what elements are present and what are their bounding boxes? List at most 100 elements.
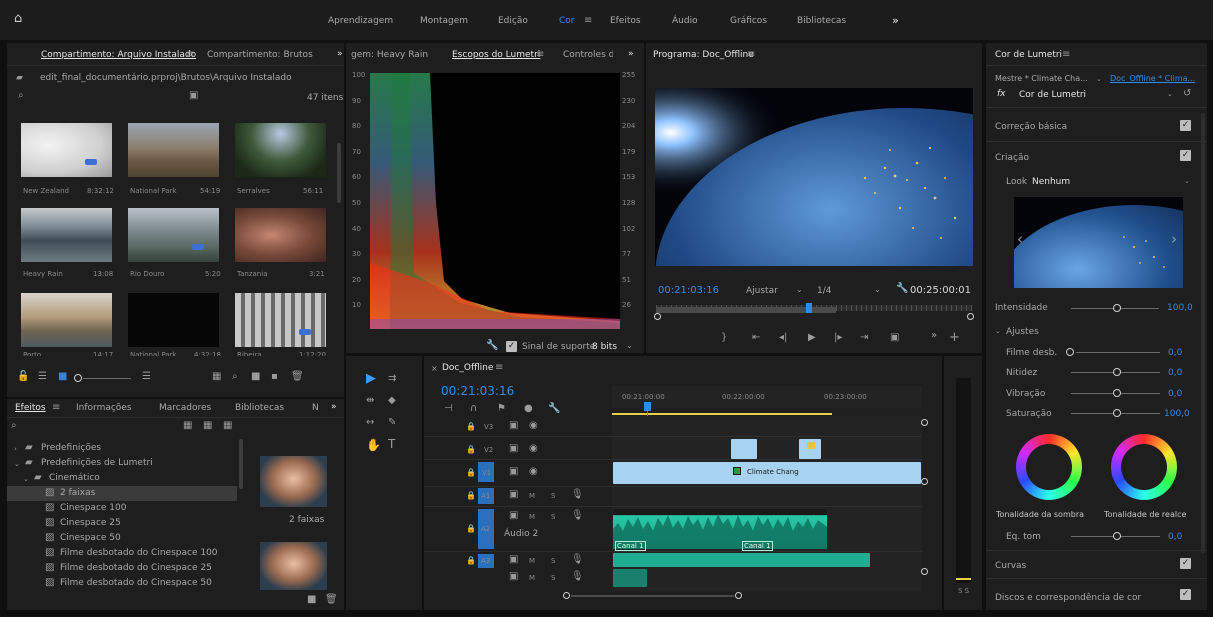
tree-cinespace-50[interactable]: Cinespace 50 [60,533,121,543]
track-scroll-handle[interactable] [921,568,928,575]
track-label-v3[interactable]: V3 [484,423,493,431]
tree-faded-50[interactable]: Filme desbotado do Cinespace 50 [60,578,212,588]
a4-audio-clip[interactable] [613,569,647,587]
track-label-a1[interactable]: A1 [481,492,490,500]
intensity-value[interactable]: 100,0 [1167,303,1193,313]
a3-audio-clip[interactable] [613,553,870,567]
slider-value[interactable]: 100,0 [1164,409,1190,419]
timeline-timecode[interactable]: 00:21:03:16 [441,384,514,398]
razor-icon[interactable]: ◆ [388,396,396,406]
playhead[interactable] [806,303,812,313]
lock-icon[interactable]: 🔒 [466,524,476,534]
lock-icon[interactable]: 🔓 [17,372,29,382]
search-input[interactable] [23,420,173,432]
workspace-cor[interactable]: Cor [559,16,575,26]
mic-icon[interactable]: 🎙 [571,490,584,500]
workspace-montagem[interactable]: Montagem [420,16,468,26]
lock-icon[interactable]: 🔒 [466,445,476,455]
panel-overflow-icon[interactable]: » [337,49,343,59]
marker-icon[interactable]: ● [524,404,533,414]
track-scroll-handle[interactable] [921,478,928,485]
solo-button[interactable]: S [551,557,555,565]
hand-tool-icon[interactable]: ✋ [366,439,381,451]
creative-checkbox[interactable]: ✓ [1180,150,1191,161]
tab-bibliotecas[interactable]: Bibliotecas [235,403,284,413]
sync-lock-icon[interactable]: ▣ [509,555,518,565]
sync-lock-icon[interactable]: ▣ [509,572,518,582]
snap-icon[interactable]: ∩ [470,404,477,414]
solo-button[interactable]: S [551,574,555,582]
tab-menu-icon[interactable]: ≡ [52,403,60,413]
mic-icon[interactable]: 🎙 [571,511,584,521]
tone-balance-value[interactable]: 0,0 [1168,532,1182,542]
lock-icon[interactable]: 🔒 [466,556,476,566]
sharpen-knob[interactable] [1113,368,1121,376]
tab-arquivo-instalado[interactable]: Compartimento: Arquivo Instalado [41,50,196,60]
tab-menu-icon[interactable]: ≡ [1062,50,1070,60]
thumbnail-new-zealand[interactable] [21,123,112,177]
thumbnail-national-park[interactable] [128,123,219,177]
tree-cinespace-25[interactable]: Cinespace 25 [60,518,121,528]
linked-selection-icon[interactable]: ⚑ [497,404,506,414]
section-curves[interactable]: Curvas [995,561,1026,571]
chevron-down-icon[interactable]: ⌄ [796,285,803,295]
adjustments-label[interactable]: Ajustes [1006,327,1039,337]
wrench-icon[interactable]: 🔧 [896,284,908,294]
tab-menu-icon[interactable]: ≡ [186,50,194,60]
home-icon[interactable]: ⌂ [14,12,22,25]
slider-value[interactable]: 0,0 [1168,368,1182,378]
export-frame-icon[interactable]: ▣ [890,333,899,343]
play-icon[interactable]: ▶ [808,333,816,343]
nest-icon[interactable]: ⊣ [444,404,453,414]
thumbnail-tanzania[interactable] [235,208,326,262]
bit-depth-select[interactable]: 8 bits [592,342,617,352]
lock-icon[interactable]: 🔒 [466,422,476,432]
tab-menu-icon[interactable]: ≡ [536,50,544,60]
faded-film-slider[interactable] [1076,352,1160,353]
slider-value[interactable]: 0,0 [1168,389,1182,399]
current-timecode[interactable]: 00:21:03:16 [658,285,719,296]
find-icon[interactable]: ⌕ [232,372,238,382]
support-signal-checkbox[interactable]: ✓ [506,341,517,352]
track-label-a2[interactable]: A2 [481,525,490,533]
eye-icon[interactable]: ◉ [529,444,538,454]
mute-button[interactable]: M [529,513,535,521]
tree-faded-100[interactable]: Filme desbotado do Cinespace 100 [60,548,218,558]
chevron-down-icon[interactable]: ⌄ [14,459,20,469]
solo-button[interactable]: S [551,513,555,521]
zoom-left-handle[interactable] [654,313,661,320]
chevron-right-icon[interactable]: › [1171,232,1177,247]
track-label-v2[interactable]: V2 [484,446,493,454]
32bit-effects-icon[interactable]: ▦ [203,421,212,431]
playhead-handle[interactable] [644,402,651,411]
track-scroll-handle[interactable] [921,419,928,426]
section-basic-correction[interactable]: Correção básica [995,122,1067,132]
mark-out-icon[interactable]: } [721,333,727,343]
tab-efeitos[interactable]: Efeitos [15,403,46,413]
chevron-down-icon[interactable]: ⌄ [23,474,29,484]
workspace-efeitos[interactable]: Efeitos [610,16,641,26]
mute-button[interactable]: M [529,574,535,582]
tree-2-faixas[interactable]: 2 faixas [60,488,95,498]
tree-faded-25[interactable]: Filme desbotado do Cinespace 25 [60,563,212,573]
thumbnail-rio-douro[interactable] [128,208,219,262]
more-workspaces-icon[interactable]: » [892,14,899,27]
trash-icon[interactable]: 🗑 [325,595,338,605]
thumbnail-porto[interactable] [21,293,112,347]
tab-menu-icon[interactable]: ≡ [747,50,755,60]
zoom-right-handle[interactable] [735,592,742,599]
highlight-tint-wheel[interactable] [1111,434,1177,500]
v2-clip[interactable] [731,439,757,459]
curves-checkbox[interactable]: ✓ [1180,558,1191,569]
scrollbar[interactable] [1201,113,1205,553]
new-item-icon[interactable]: ▪ [271,372,278,382]
chevron-down-icon[interactable]: ⌄ [626,341,633,351]
yuv-effects-icon[interactable]: ▦ [223,421,232,431]
timeline-zoom-bar[interactable] [571,595,734,597]
workspace-aprendizagem[interactable]: Aprendizagem [328,16,393,26]
tab-source[interactable]: gem: Heavy Rain [351,50,428,60]
section-color-wheels[interactable]: Discos e correspondência de cor [995,593,1141,603]
basic-correction-checkbox[interactable]: ✓ [1180,120,1191,131]
list-view-icon[interactable]: ☰ [38,372,47,382]
ripple-edit-icon[interactable]: ⇹ [366,396,374,406]
